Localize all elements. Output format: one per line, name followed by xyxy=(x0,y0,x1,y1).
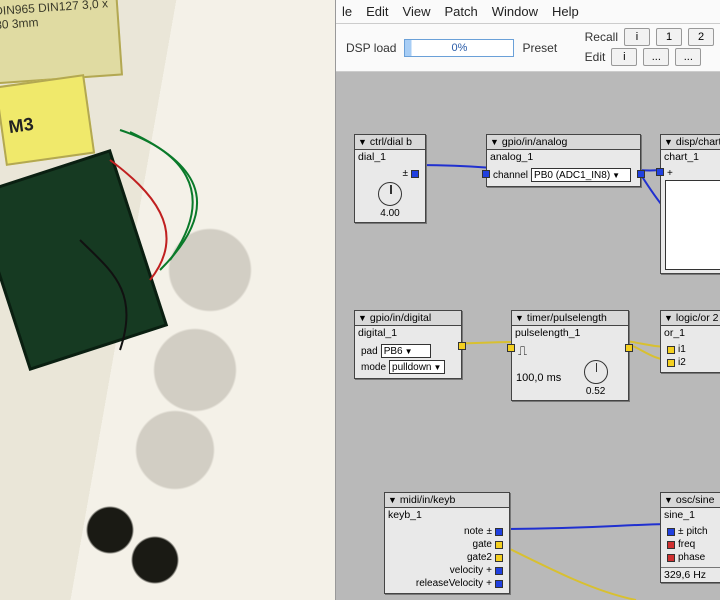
dial-value: 4.00 xyxy=(359,208,421,219)
node-dial-title[interactable]: ctrl/dial b xyxy=(355,135,425,150)
keyb-row-label: gate2 xyxy=(391,552,492,563)
menubar[interactable]: le Edit View Patch Window Help xyxy=(336,0,720,24)
keyb-row-label: velocity xyxy=(391,565,483,576)
node-keyb-title[interactable]: midi/in/keyb xyxy=(385,493,509,508)
node-sine-body: ±pitch freq phase xyxy=(661,522,720,567)
digital-mode-select[interactable]: pulldown xyxy=(389,360,445,374)
chart-display xyxy=(665,180,720,270)
node-analog-name: analog_1 xyxy=(487,150,640,164)
keyb-row-label: gate xyxy=(391,539,492,550)
keyb-row-label: note xyxy=(391,526,484,537)
digital-out-port[interactable] xyxy=(458,342,466,350)
analog-channel-label: channel xyxy=(493,170,528,181)
edit-more2-button[interactable]: ... xyxy=(675,48,701,66)
digital-mode-label: mode xyxy=(361,362,386,373)
sine-row-pm: ± xyxy=(678,526,684,537)
node-or-name: or_1 xyxy=(661,326,720,340)
keyb-port-2[interactable] xyxy=(495,554,503,562)
pulse-in-port[interactable] xyxy=(507,344,515,352)
pulse-value: 0.52 xyxy=(567,386,624,397)
digital-pad-label: pad xyxy=(361,346,378,357)
recall-label: Recall xyxy=(585,30,618,44)
pcb-board xyxy=(0,153,164,367)
dsp-load-meter: 0% xyxy=(404,39,514,57)
keyb-port-1[interactable] xyxy=(495,541,503,549)
sine-row-label: freq xyxy=(678,539,695,550)
menu-view[interactable]: View xyxy=(403,4,431,19)
node-chart-title[interactable]: disp/chart p xyxy=(661,135,720,150)
node-keyb-name: keyb_1 xyxy=(385,508,509,522)
keyb-port-3[interactable] xyxy=(495,567,503,575)
node-sine-name: sine_1 xyxy=(661,508,720,522)
menu-window[interactable]: Window xyxy=(492,4,538,19)
preset-label: Preset xyxy=(522,41,557,55)
menu-patch[interactable]: Patch xyxy=(444,4,477,19)
or-i2-label: i2 xyxy=(678,357,686,368)
node-dial[interactable]: ctrl/dial b dial_1 ± 4.00 xyxy=(354,134,426,223)
node-digital[interactable]: gpio/in/digital digital_1 padPB6 modepul… xyxy=(354,310,462,379)
analog-in-port[interactable] xyxy=(482,170,490,178)
edit-label: Edit xyxy=(585,50,606,64)
chart-in-port[interactable] xyxy=(656,168,664,176)
menu-edit[interactable]: Edit xyxy=(366,4,388,19)
node-chart[interactable]: disp/chart p chart_1 + xyxy=(660,134,720,274)
node-analog-title[interactable]: gpio/in/analog xyxy=(487,135,640,150)
keyb-row-pm: ± xyxy=(487,526,493,537)
sine-port-1[interactable] xyxy=(667,541,675,549)
recall-1-button[interactable]: 1 xyxy=(656,28,682,46)
pulse-out-port[interactable] xyxy=(625,344,633,352)
screw-box-2: M3 xyxy=(0,74,95,166)
patch-canvas[interactable]: ctrl/dial b dial_1 ± 4.00 gpio/in/analog… xyxy=(336,72,720,600)
node-sine-title[interactable]: osc/sine xyxy=(661,493,720,508)
sine-port-2[interactable] xyxy=(667,554,675,562)
keyb-row-pm: + xyxy=(486,565,492,576)
edit-more1-button[interactable]: ... xyxy=(643,48,669,66)
node-digital-title[interactable]: gpio/in/digital xyxy=(355,311,461,326)
or-i2-port[interactable] xyxy=(667,359,675,367)
analog-channel-select[interactable]: PB0 (ADC1_IN8) xyxy=(531,168,631,182)
dial-pm: ± xyxy=(361,168,408,179)
pulse-knob[interactable] xyxy=(584,360,608,384)
keyb-row-pm: + xyxy=(486,578,492,589)
toolbar: DSP load 0% Preset Recall i 1 2 Edit i .… xyxy=(336,24,720,72)
menu-file[interactable]: le xyxy=(342,4,352,19)
patcher-window: le Edit View Patch Window Help DSP load … xyxy=(335,0,720,600)
node-chart-name: chart_1 xyxy=(661,150,720,164)
or-i1-label: i1 xyxy=(678,344,686,355)
analog-out-port[interactable] xyxy=(637,170,645,178)
sine-hz: 329,6 Hz xyxy=(661,567,720,582)
keyb-row-label: releaseVelocity xyxy=(391,578,483,589)
node-pulselength[interactable]: timer/pulselength pulselength_1 ⎍ 100,0 … xyxy=(511,310,629,401)
node-sine[interactable]: osc/sine sine_1 ±pitch freq phase 329,6 Hz xyxy=(660,492,720,583)
node-keyb-body: note± gate gate2 velocity+releaseVelocity+ xyxy=(385,522,509,593)
chart-plus: + xyxy=(667,168,673,179)
node-digital-name: digital_1 xyxy=(355,326,461,340)
node-pulse-name: pulselength_1 xyxy=(512,326,628,340)
dial-knob[interactable] xyxy=(378,182,402,206)
sine-row-label: phase xyxy=(678,552,705,563)
dial-out-port[interactable] xyxy=(411,170,419,178)
sine-port-0[interactable] xyxy=(667,528,675,536)
node-analog[interactable]: gpio/in/analog analog_1 channel PB0 (ADC… xyxy=(486,134,641,187)
edit-i-button[interactable]: i xyxy=(611,48,637,66)
recall-2-button[interactable]: 2 xyxy=(688,28,714,46)
or-i1-port[interactable] xyxy=(667,346,675,354)
pulse-ms: 100,0 ms xyxy=(516,372,561,384)
node-or[interactable]: logic/or 2 or_1 i1 i2 xyxy=(660,310,720,373)
dsp-load-label: DSP load xyxy=(346,41,396,55)
node-or-title[interactable]: logic/or 2 xyxy=(661,311,720,326)
pulse-icon: ⎍ xyxy=(518,344,527,357)
hardware-photo: DIN965 DIN127 3,0 x 30 3mm M3 xyxy=(0,0,335,600)
node-dial-name: dial_1 xyxy=(355,150,425,164)
menu-help[interactable]: Help xyxy=(552,4,579,19)
node-keyb[interactable]: midi/in/keyb keyb_1 note± gate gate2 veloci… xyxy=(384,492,510,594)
digital-pad-select[interactable]: PB6 xyxy=(381,344,431,358)
sine-row-label: pitch xyxy=(687,526,708,537)
recall-i-button[interactable]: i xyxy=(624,28,650,46)
node-pulse-title[interactable]: timer/pulselength xyxy=(512,311,628,326)
screw-box-1: DIN965 DIN127 3,0 x 30 3mm xyxy=(0,0,123,84)
keyb-port-0[interactable] xyxy=(495,528,503,536)
keyb-port-4[interactable] xyxy=(495,580,503,588)
